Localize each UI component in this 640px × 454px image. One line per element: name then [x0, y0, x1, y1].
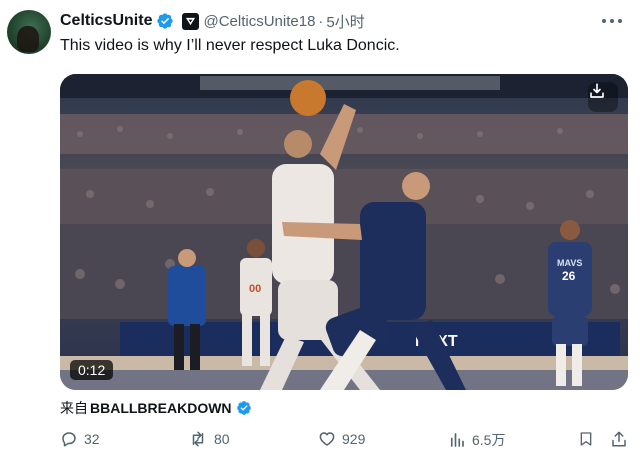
separator-dot: ·: [318, 12, 324, 30]
verified-badge-icon: [236, 401, 251, 415]
video-player[interactable]: NEXT 00 MAVS 26: [60, 74, 628, 390]
tweet-header: CelticsUnite @CelticsUnite18 · 5小时: [60, 10, 630, 32]
views-icon: [450, 433, 464, 447]
views-button[interactable]: 6.5万: [448, 430, 505, 450]
video-source: 来自 BBALLBREAKDOWN: [60, 398, 252, 418]
share-button[interactable]: [610, 430, 634, 448]
avatar[interactable]: [7, 10, 51, 54]
like-count: 929: [342, 431, 366, 447]
reply-count: 32: [84, 431, 100, 447]
tweet-text: This video is why I’ll never respect Luk…: [60, 37, 400, 54]
retweet-icon: [192, 431, 204, 447]
like-icon: [319, 432, 335, 446]
video-duration: 0:12: [70, 360, 114, 380]
handle[interactable]: @CelticsUnite18: [203, 13, 315, 30]
display-name[interactable]: CelticsUnite: [60, 12, 152, 30]
jersey-team-right: MAVS: [557, 258, 582, 268]
affiliate-badge-icon: [182, 12, 200, 30]
download-icon[interactable]: [588, 82, 618, 112]
source-prefix: 来自: [60, 401, 88, 417]
reply-icon: [62, 432, 76, 447]
retweet-count: 80: [214, 431, 230, 447]
jersey-number-right: 26: [562, 269, 576, 283]
video-frame: NEXT 00 MAVS 26: [60, 74, 628, 390]
timestamp[interactable]: 5小时: [326, 11, 364, 32]
jersey-number-left: 00: [249, 283, 261, 295]
views-count: 6.5万: [472, 432, 506, 448]
reply-button[interactable]: 32: [60, 430, 100, 448]
bookmark-icon: [580, 432, 592, 446]
action-bar: 32 80 929 6.5万: [60, 430, 630, 452]
like-button[interactable]: 929: [318, 430, 365, 448]
verified-badge-icon: [157, 13, 174, 29]
source-account[interactable]: BBALLBREAKDOWN: [90, 400, 232, 416]
more-icon[interactable]: [602, 13, 622, 29]
retweet-button[interactable]: 80: [188, 430, 230, 448]
bookmark-button[interactable]: [578, 430, 600, 448]
share-icon: [612, 431, 626, 447]
